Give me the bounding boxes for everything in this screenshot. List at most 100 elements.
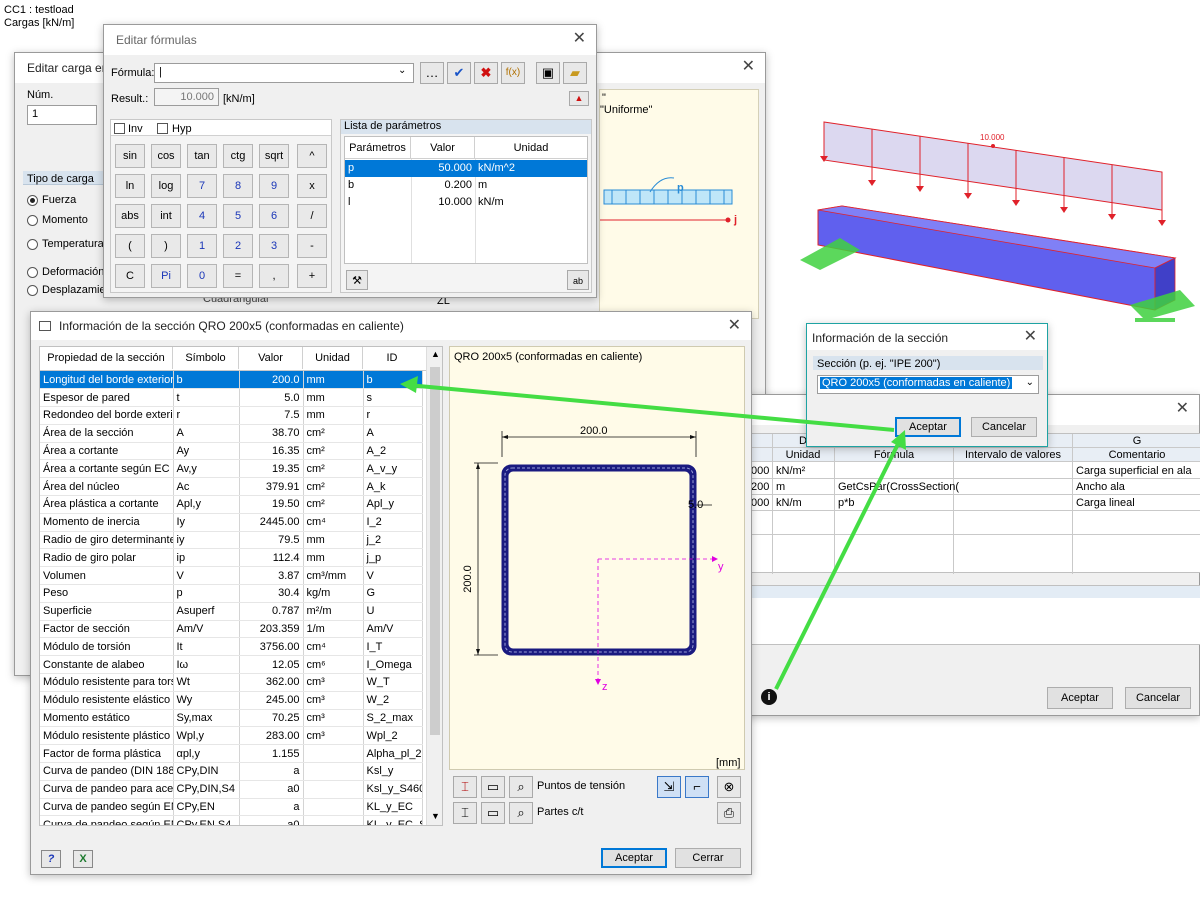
print-icon[interactable]: ⎙: [717, 802, 741, 824]
help-icon[interactable]: ?: [41, 850, 61, 868]
close-icon[interactable]: ✕: [1024, 329, 1037, 345]
calc-key[interactable]: Pi: [151, 264, 181, 288]
calc-key[interactable]: log: [151, 174, 181, 198]
table-row[interactable]: Área a cortante según EC 3 Av,y 19.35 cm² A_…: [40, 459, 423, 479]
calc-key[interactable]: (: [115, 234, 145, 258]
table-row[interactable]: Curva de pandeo según EN CPy,EN a KL_y_EC: [40, 798, 423, 817]
table-row[interactable]: Área del núcleo Ac 379.91 cm² A_k: [40, 477, 423, 497]
calc-key[interactable]: 4: [187, 204, 217, 228]
params-cancel-button[interactable]: Cancelar: [1125, 687, 1191, 709]
table-row[interactable]: Factor de forma plástica αpl,y 1.155 Alpha_…: [40, 744, 423, 764]
close-icon[interactable]: ✕: [1176, 401, 1189, 417]
table-row[interactable]: Módulo resistente para torsió Wt 362.00 cm³…: [40, 673, 423, 692]
calc-key[interactable]: 9: [259, 174, 289, 198]
params-accept-button[interactable]: Aceptar: [1047, 687, 1113, 709]
section-combo[interactable]: QRO 200x5 (conformadas en caliente) ⌄: [817, 375, 1039, 394]
num-field[interactable]: 1: [27, 105, 97, 125]
check-icon[interactable]: ✔: [447, 62, 471, 84]
calc-key[interactable]: 7: [187, 174, 217, 198]
table-row[interactable]: Momento estático Sy,max 70.25 cm³ S_2_max: [40, 709, 423, 728]
calc-key[interactable]: ^: [297, 144, 327, 168]
table-row[interactable]: Espesor de pared t 5.0 mm s: [40, 388, 423, 408]
param-row-p[interactable]: p 50.000 kN/m^2: [345, 160, 587, 177]
calc-key[interactable]: ln: [115, 174, 145, 198]
comment-area[interactable]: [749, 585, 1200, 645]
show-axes-icon[interactable]: ⇲: [657, 776, 681, 798]
table-row[interactable]: Factor de sección Am/V 203.359 1/m Am/V: [40, 620, 423, 639]
table-row[interactable]: Módulo resistente elástico Wy 245.00 cm³ W_2: [40, 691, 423, 710]
close-icon[interactable]: ✕: [742, 59, 755, 75]
table-row[interactable]: Radio de giro determinante iy 79.5 mm j_2: [40, 531, 423, 550]
edit-param-icon[interactable]: ab: [567, 270, 589, 290]
close-icon[interactable]: ✕: [573, 31, 586, 47]
calc-key[interactable]: /: [297, 204, 327, 228]
calc-key[interactable]: x: [297, 174, 327, 198]
section-accept-button[interactable]: Aceptar: [601, 848, 667, 868]
table-row[interactable]: Momento de inercia Iy 2445.00 cm⁴ I_2: [40, 513, 423, 532]
open-folder-icon[interactable]: ▰: [563, 62, 587, 84]
vertical-scrollbar[interactable]: ▲ ▼: [426, 347, 442, 825]
select-cancel-button[interactable]: Cancelar: [971, 417, 1037, 437]
calc-key[interactable]: sin: [115, 144, 145, 168]
table-row[interactable]: Radio de giro polar ip 112.4 mm j_p: [40, 548, 423, 568]
calc-key[interactable]: tan: [187, 144, 217, 168]
param-row-b[interactable]: b 0.200 m: [345, 177, 587, 194]
chevron-down-icon[interactable]: ⌄: [1026, 377, 1034, 388]
calc-key[interactable]: C: [115, 264, 145, 288]
function-icon[interactable]: f(x): [501, 62, 525, 84]
table-row[interactable]: Área a cortante Ay 16.35 cm² A_2: [40, 442, 423, 461]
table-row[interactable]: Constante de alabeo Iω 12.05 cm⁶ I_Omega: [40, 655, 423, 675]
cancel-x-icon[interactable]: ✖: [474, 62, 498, 84]
principal-axes-icon[interactable]: ⌐: [685, 776, 709, 798]
radio-temperatura[interactable]: [27, 239, 38, 250]
zoom-reset-icon[interactable]: ⊗: [717, 776, 741, 798]
radio-desplazamiento[interactable]: [27, 285, 38, 296]
dimension-icon[interactable]: ⌶: [453, 776, 477, 798]
table-row[interactable]: Área de la sección A 38.70 cm² A: [40, 424, 423, 443]
scroll-thumb[interactable]: [430, 367, 440, 735]
calc-key[interactable]: 0: [187, 264, 217, 288]
table-row[interactable]: Curva de pandeo según EN 2CPy,EN,S4a0 KL_…: [40, 815, 423, 825]
table-row[interactable]: Longitud del borde exterior, l b 200.0 mm b: [40, 371, 423, 390]
calc-key[interactable]: abs: [115, 204, 145, 228]
calc-key[interactable]: sqrt: [259, 144, 289, 168]
calc-key[interactable]: 1: [187, 234, 217, 258]
radio-fuerza[interactable]: [27, 195, 38, 206]
calc-key[interactable]: ,: [259, 264, 289, 288]
radio-momento[interactable]: [27, 215, 38, 226]
table-row[interactable]: Peso p 30.4 kg/m G: [40, 584, 423, 603]
calc-key[interactable]: int: [151, 204, 181, 228]
table-row[interactable]: Curva de pandeo (DIN 18800 CPy,DIN a Ksl_y: [40, 762, 423, 781]
inv-checkbox[interactable]: [114, 123, 125, 134]
calc-key[interactable]: 3: [259, 234, 289, 258]
calc-key[interactable]: +: [297, 264, 327, 288]
info-icon[interactable]: i: [761, 689, 777, 705]
calc-key[interactable]: -: [297, 234, 327, 258]
zoom-icon[interactable]: ⌕: [509, 776, 533, 798]
formula-input[interactable]: |: [154, 63, 414, 83]
calc-key[interactable]: 5: [223, 204, 253, 228]
chevron-down-icon[interactable]: ⌄: [398, 65, 406, 76]
table-row[interactable]: Redondeo del borde exterior r 7.5 mm r: [40, 406, 423, 425]
scroll-down-icon[interactable]: ▼: [431, 811, 440, 821]
calc-key[interactable]: ctg: [223, 144, 253, 168]
insert-param-icon[interactable]: ⚒: [346, 270, 368, 290]
calc-key[interactable]: cos: [151, 144, 181, 168]
radio-deformacion[interactable]: [27, 267, 38, 278]
calc-key[interactable]: 6: [259, 204, 289, 228]
save-icon[interactable]: ▣: [536, 62, 560, 84]
zoom-ct-icon[interactable]: ⌕: [509, 802, 533, 824]
table-row[interactable]: Módulo de torsión It 3756.00 cm⁴ I_T: [40, 637, 423, 657]
browse-button[interactable]: …: [420, 62, 444, 84]
hyp-checkbox[interactable]: [157, 123, 168, 134]
table-row[interactable]: Área plástica a cortante Apl,y 19.50 cm² Apl…: [40, 495, 423, 514]
table-row[interactable]: Volumen V 3.87 cm³/mm V: [40, 566, 423, 586]
calc-key[interactable]: ): [151, 234, 181, 258]
dimension-ct-icon[interactable]: ⌶: [453, 802, 477, 824]
select-accept-button[interactable]: Aceptar: [895, 417, 961, 437]
table-row[interactable]: Curva de pandeo para acero CPy,DIN,S4 a0 Ks…: [40, 780, 423, 799]
info-card-ct-icon[interactable]: ▭: [481, 802, 505, 824]
table-row[interactable]: Superficie Asuperf 0.787 m²/m U: [40, 602, 423, 621]
calc-key[interactable]: =: [223, 264, 253, 288]
close-icon[interactable]: ✕: [728, 318, 741, 334]
